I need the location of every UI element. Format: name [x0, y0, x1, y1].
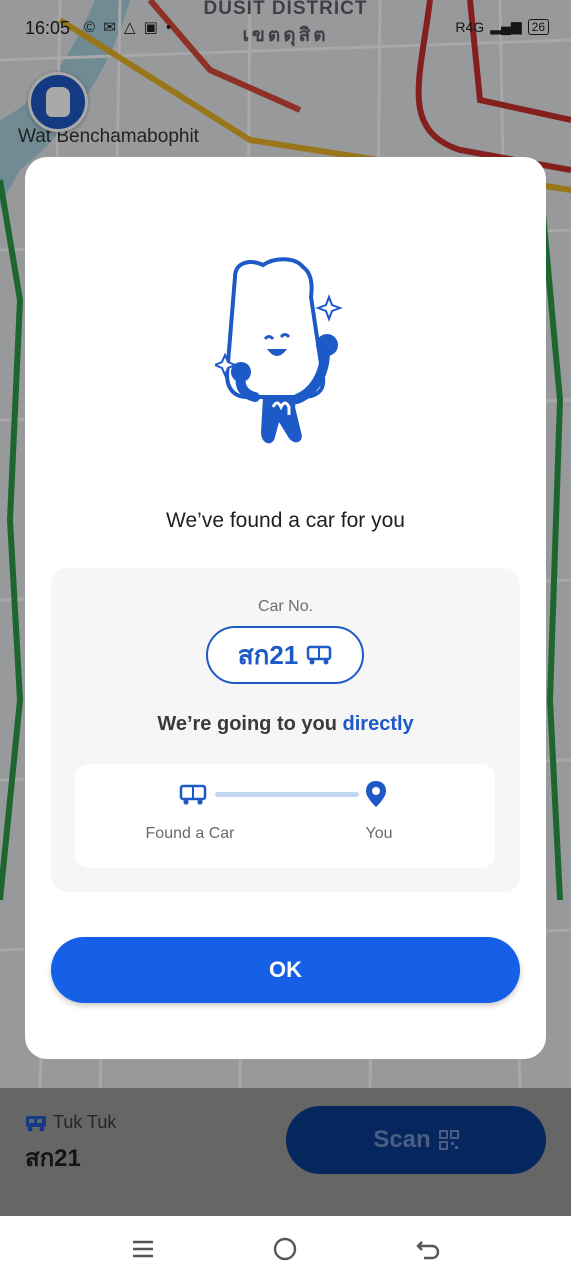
back-button[interactable]	[411, 1232, 445, 1266]
car-plate-badge: สก21	[206, 626, 364, 684]
progress-to-label: You	[365, 825, 393, 842]
menu-icon	[133, 1240, 153, 1258]
trip-progress: Found a Car You	[75, 764, 495, 868]
tuk-tuk-icon	[307, 645, 332, 665]
going-highlight: directly	[342, 713, 414, 735]
car-found-dialog: We’ve found a car for you Car No. สก21 W…	[25, 157, 546, 1059]
home-icon	[273, 1237, 297, 1261]
car-no-label: Car No.	[257, 598, 314, 615]
menu-button[interactable]	[126, 1232, 160, 1266]
tuk-tuk-icon	[179, 784, 207, 805]
progress-line	[215, 792, 359, 797]
progress-from-label: Found a Car	[145, 825, 235, 842]
dialog-title: We’ve found a car for you	[166, 509, 405, 532]
car-info-card: Car No. สก21 We’re going to you directly	[51, 568, 520, 892]
home-button[interactable]	[268, 1232, 302, 1266]
going-status: We’re going to you directly	[51, 713, 520, 736]
back-icon	[416, 1241, 440, 1260]
car-plate: สก21	[237, 639, 299, 670]
system-nav-bar	[0, 1216, 571, 1280]
going-text: We’re going to you	[157, 713, 337, 735]
location-pin-icon	[366, 781, 386, 807]
ok-button[interactable]: OK	[51, 937, 520, 1003]
mascot-illustration	[215, 257, 343, 444]
